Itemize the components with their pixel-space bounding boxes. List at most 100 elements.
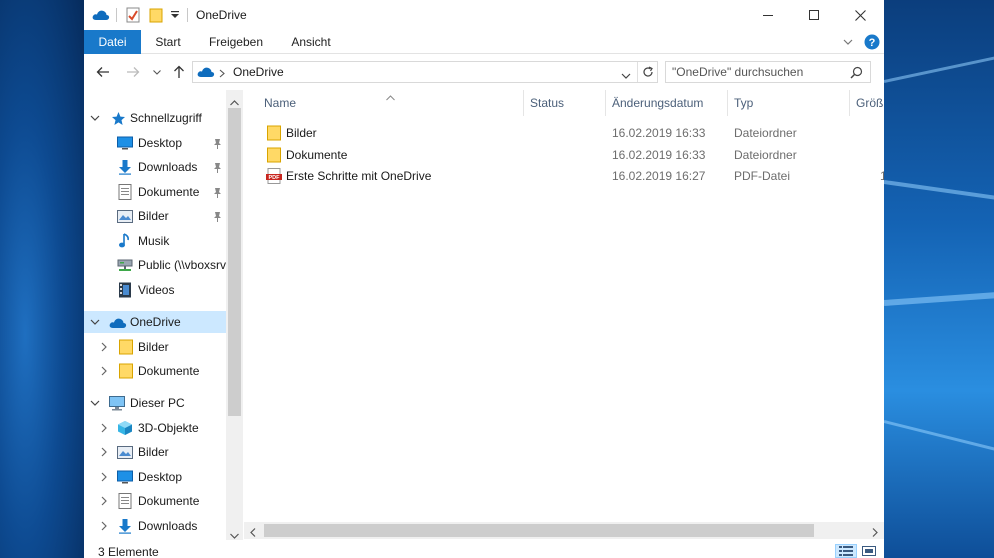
tree-label: Downloads <box>138 160 198 174</box>
table-row[interactable]: PDF Erste Schritte mit OneDrive 16.02.20… <box>244 165 884 187</box>
address-history-icon[interactable] <box>621 68 633 79</box>
pin-icon[interactable] <box>212 137 222 149</box>
navigation-pane: Schnellzugriff Desktop Downloads Dokumen… <box>84 90 244 540</box>
tree-label: Desktop <box>138 470 183 484</box>
tab-datei[interactable]: Datei <box>84 30 141 54</box>
back-button[interactable] <box>92 62 114 82</box>
tree-item-musik[interactable]: Musik <box>84 230 226 252</box>
scroll-up-icon[interactable] <box>230 95 239 109</box>
tab-ansicht[interactable]: Ansicht <box>282 30 340 54</box>
tree-item-this-pc[interactable]: Dieser PC <box>84 392 226 414</box>
column-header-modified[interactable]: Änderungsdatum <box>612 90 703 116</box>
chevron-down-icon[interactable] <box>841 36 855 48</box>
scrollbar-thumb[interactable] <box>228 108 241 416</box>
chevron-right-icon[interactable] <box>98 422 110 434</box>
maximize-button[interactable] <box>791 0 837 30</box>
onedrive-icon <box>197 66 215 79</box>
tab-start[interactable]: Start <box>146 30 190 54</box>
file-modified: 16.02.2019 16:33 <box>612 148 706 162</box>
chevron-right-icon[interactable] <box>98 471 110 483</box>
tree-item-onedrive-bilder[interactable]: Bilder <box>84 336 226 358</box>
refresh-icon[interactable] <box>640 65 656 79</box>
tree-item-videos[interactable]: Videos <box>84 279 226 301</box>
breadcrumb-chevron-icon[interactable] <box>219 67 227 78</box>
minimize-button[interactable] <box>745 0 791 30</box>
customize-toolbar-icon[interactable] <box>168 5 182 25</box>
pictures-icon <box>117 208 133 224</box>
tree-item-pc-dokumente[interactable]: Dokumente <box>84 490 226 512</box>
chevron-right-icon[interactable] <box>98 365 110 377</box>
horizontal-scrollbar[interactable] <box>244 522 884 539</box>
tree-item-quick-access[interactable]: Schnellzugriff <box>84 107 226 129</box>
tree-item-downloads[interactable]: Downloads <box>84 156 226 178</box>
pin-icon[interactable] <box>212 210 222 222</box>
tree-item-public-share[interactable]: Public (\\vboxsrv <box>84 254 226 276</box>
pictures-icon <box>117 444 133 460</box>
wallpaper-light-beam <box>884 50 994 83</box>
table-row[interactable]: Bilder 16.02.2019 16:33 Dateiordner <box>244 122 884 144</box>
tree-item-onedrive[interactable]: OneDrive <box>84 311 226 333</box>
recent-locations-button[interactable] <box>150 62 164 82</box>
tab-freigeben[interactable]: Freigeben <box>202 30 270 54</box>
search-icon[interactable] <box>850 66 864 80</box>
tree-item-pc-desktop[interactable]: Desktop <box>84 466 226 488</box>
navigation-scrollbar[interactable] <box>226 90 243 540</box>
tree-item-onedrive-dokumente[interactable]: Dokumente <box>84 360 226 382</box>
scroll-right-icon[interactable] <box>872 526 878 540</box>
breadcrumb-onedrive[interactable]: OneDrive <box>233 65 284 79</box>
file-name: Erste Schritte mit OneDrive <box>286 169 432 183</box>
chevron-right-icon[interactable] <box>98 495 110 507</box>
up-button[interactable] <box>170 62 188 82</box>
file-name: Dokumente <box>286 148 348 162</box>
folder-icon <box>118 363 134 379</box>
tree-item-dokumente[interactable]: Dokumente <box>84 181 226 203</box>
search-input[interactable] <box>672 64 842 80</box>
column-separator[interactable] <box>605 90 606 116</box>
chevron-down-icon[interactable] <box>89 397 101 409</box>
scroll-down-icon[interactable] <box>230 528 239 540</box>
details-view-button[interactable] <box>835 544 857 558</box>
navigation-bar: OneDrive <box>84 54 884 90</box>
tree-label: 3D-Objekte <box>138 421 199 435</box>
computer-icon <box>109 395 125 411</box>
help-icon[interactable]: ? <box>864 34 880 50</box>
column-separator[interactable] <box>523 90 524 116</box>
column-separator[interactable] <box>727 90 728 116</box>
videos-icon <box>117 282 133 298</box>
table-row[interactable]: Dokumente 16.02.2019 16:33 Dateiordner <box>244 144 884 166</box>
column-header-size[interactable]: Größ <box>856 90 883 116</box>
tree-label: Videos <box>138 283 175 297</box>
tree-label: Downloads <box>138 519 198 533</box>
scrollbar-thumb[interactable] <box>264 524 814 537</box>
wallpaper-light-beam <box>884 290 994 306</box>
folder-icon <box>118 339 134 355</box>
column-separator[interactable] <box>849 90 850 116</box>
file-modified: 16.02.2019 16:27 <box>612 169 706 183</box>
address-bar[interactable]: OneDrive <box>192 61 658 83</box>
tree-label: Desktop <box>138 136 183 150</box>
tree-item-bilder[interactable]: Bilder <box>84 205 226 227</box>
chevron-down-icon[interactable] <box>89 316 101 328</box>
pin-icon[interactable] <box>212 161 222 173</box>
desktop-wallpaper-right <box>884 0 994 558</box>
chevron-right-icon[interactable] <box>98 446 110 458</box>
star-icon <box>110 110 126 126</box>
column-header-status[interactable]: Status <box>530 90 564 116</box>
column-header-type[interactable]: Typ <box>734 90 753 116</box>
tree-item-pc-downloads[interactable]: Downloads <box>84 515 226 537</box>
pin-icon[interactable] <box>212 186 222 198</box>
chevron-right-icon[interactable] <box>98 520 110 532</box>
new-folder-icon[interactable] <box>146 5 166 25</box>
wallpaper-light-beam <box>884 180 994 204</box>
chevron-down-icon[interactable] <box>89 112 101 124</box>
tree-item-3d-objekte[interactable]: 3D-Objekte <box>84 417 226 439</box>
large-icons-view-button[interactable] <box>858 544 880 558</box>
forward-button[interactable] <box>122 62 144 82</box>
properties-icon[interactable] <box>122 5 144 25</box>
close-button[interactable] <box>837 0 883 30</box>
tree-item-pc-bilder[interactable]: Bilder <box>84 441 226 463</box>
column-header-name[interactable]: Name <box>264 90 296 116</box>
scroll-left-icon[interactable] <box>250 526 256 540</box>
chevron-right-icon[interactable] <box>98 341 110 353</box>
tree-item-desktop[interactable]: Desktop <box>84 132 226 154</box>
